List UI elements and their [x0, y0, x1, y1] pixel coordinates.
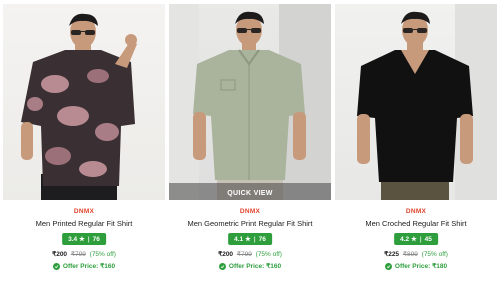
product-name[interactable]: Men Croched Regular Fit Shirt	[335, 219, 497, 228]
review-count: 76	[92, 235, 100, 243]
rating-badge: 4.2 ★ | 45	[394, 233, 438, 245]
rating-value: 4.2 ★	[400, 236, 417, 243]
model-photo	[357, 4, 497, 200]
brand-name: DNMX	[405, 208, 427, 215]
price-row: ₹200 ₹799 (75% off)	[169, 250, 331, 258]
rating-separator: |	[87, 235, 90, 243]
product-name[interactable]: Men Printed Regular Fit Shirt	[3, 219, 165, 228]
brand-name: DNMX	[239, 208, 261, 215]
offer-tag-icon	[52, 262, 60, 270]
product-image[interactable]	[335, 4, 497, 200]
offer-price: Offer Price: ₹160	[62, 263, 116, 270]
product-image[interactable]	[3, 4, 165, 200]
review-count: 76	[258, 235, 266, 243]
offer-price-row: Offer Price: ₹180	[335, 262, 497, 270]
discount-percent: (75% off)	[255, 251, 282, 258]
product-card[interactable]: DNMX Men Croched Regular Fit Shirt 4.2 ★…	[335, 0, 497, 282]
product-name[interactable]: Men Geometric Print Regular Fit Shirt	[169, 219, 331, 228]
mrp-price: ₹799	[236, 251, 252, 258]
model-photo	[169, 4, 331, 200]
selling-price: ₹200	[218, 251, 234, 258]
mrp-price: ₹899	[402, 251, 418, 258]
offer-tag-icon	[384, 262, 392, 270]
offer-tag-icon	[218, 262, 226, 270]
rating-badge: 4.1 ★ | 76	[228, 233, 272, 245]
price-row: ₹225 ₹899 (75% off)	[335, 250, 497, 258]
mrp-price: ₹799	[70, 251, 86, 258]
discount-percent: (75% off)	[421, 251, 448, 258]
product-card[interactable]: DNMX Men Printed Regular Fit Shirt 3.4 ★…	[3, 0, 165, 282]
product-grid: DNMX Men Printed Regular Fit Shirt 3.4 ★…	[0, 0, 500, 282]
discount-percent: (75% off)	[89, 251, 116, 258]
selling-price: ₹200	[52, 251, 68, 258]
selling-price: ₹225	[384, 251, 400, 258]
rating-separator: |	[253, 235, 256, 243]
offer-price-row: Offer Price: ₹160	[169, 262, 331, 270]
quick-view-button[interactable]: QUICK VIEW	[169, 183, 331, 200]
brand-name: DNMX	[73, 208, 95, 215]
rating-value: 4.1 ★	[234, 236, 251, 243]
model-photo	[21, 13, 137, 200]
rating-value: 3.4 ★	[68, 236, 85, 243]
offer-price: Offer Price: ₹160	[228, 263, 282, 270]
product-image[interactable]: QUICK VIEW	[169, 4, 331, 200]
product-card[interactable]: QUICK VIEW DNMX Men Geometric Print Regu…	[169, 0, 331, 282]
offer-price: Offer Price: ₹180	[394, 263, 448, 270]
offer-price-row: Offer Price: ₹160	[3, 262, 165, 270]
review-count: 45	[424, 235, 432, 243]
price-row: ₹200 ₹799 (75% off)	[3, 250, 165, 258]
rating-badge: 3.4 ★ | 76	[62, 233, 106, 245]
rating-separator: |	[419, 235, 422, 243]
